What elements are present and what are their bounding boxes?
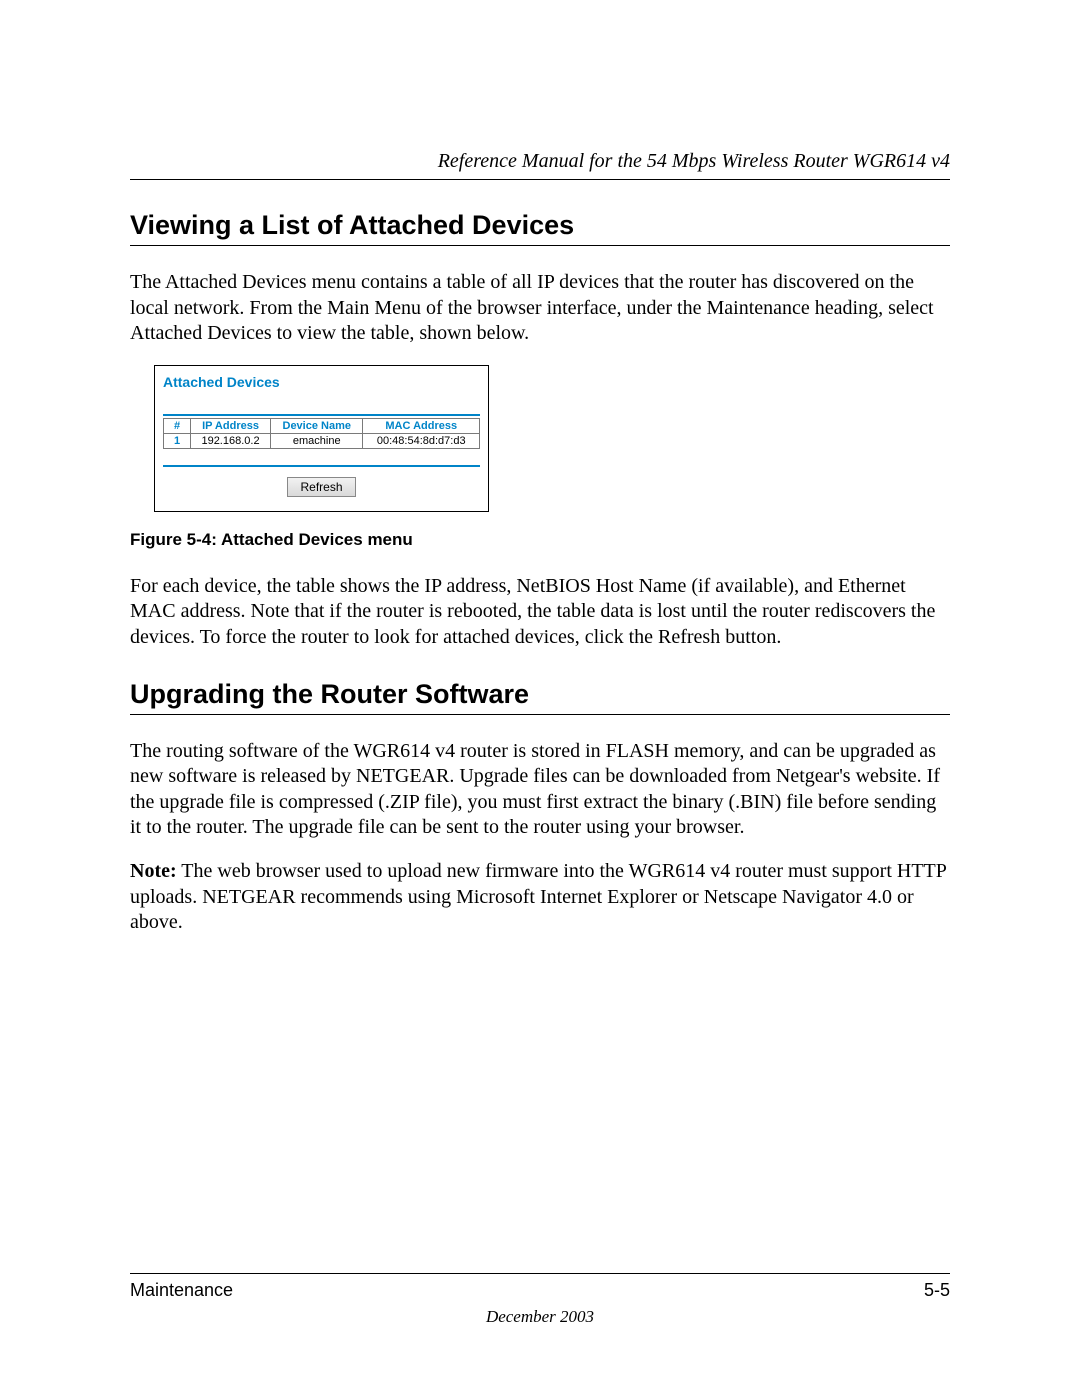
cell-name: emachine (271, 433, 363, 448)
heading-attached-devices: Viewing a List of Attached Devices (130, 210, 950, 241)
footer-page-number: 5-5 (924, 1280, 950, 1301)
table-header-row: # IP Address Device Name MAC Address (164, 418, 480, 433)
header-rule (130, 179, 950, 180)
panel-rule-bottom (163, 465, 480, 467)
panel-title: Attached Devices (163, 374, 480, 390)
footer-section: Maintenance (130, 1280, 233, 1301)
figure-caption: Figure 5-4: Attached Devices menu (130, 530, 950, 550)
note-label: Note: (130, 860, 177, 882)
cell-mac: 00:48:54:8d:d7:d3 (363, 433, 480, 448)
page-footer: Maintenance 5-5 December 2003 (130, 1273, 950, 1327)
attached-devices-table: # IP Address Device Name MAC Address 1 1… (163, 418, 480, 449)
cell-ip: 192.168.0.2 (191, 433, 271, 448)
para-intro-attached: The Attached Devices menu contains a tab… (130, 270, 950, 347)
note-body: The web browser used to upload new firmw… (130, 860, 946, 933)
footer-date: December 2003 (130, 1307, 950, 1327)
refresh-row: Refresh (163, 477, 480, 497)
page: Reference Manual for the 54 Mbps Wireles… (0, 0, 1080, 1397)
running-header: Reference Manual for the 54 Mbps Wireles… (130, 150, 950, 173)
para-upgrade-note: Note: The web browser used to upload new… (130, 859, 950, 936)
para-upgrade-intro: The routing software of the WGR614 v4 ro… (130, 739, 950, 841)
col-header-mac: MAC Address (363, 418, 480, 433)
section-rule-2 (130, 714, 950, 715)
section-rule-1 (130, 245, 950, 246)
attached-devices-panel: Attached Devices # IP Address Device Nam… (154, 365, 489, 512)
heading-upgrading: Upgrading the Router Software (130, 679, 950, 710)
col-header-ip: IP Address (191, 418, 271, 433)
col-header-num: # (164, 418, 191, 433)
panel-rule-top (163, 414, 480, 416)
refresh-button[interactable]: Refresh (287, 477, 355, 497)
footer-rule (130, 1273, 950, 1274)
table-row: 1 192.168.0.2 emachine 00:48:54:8d:d7:d3 (164, 433, 480, 448)
col-header-name: Device Name (271, 418, 363, 433)
cell-num: 1 (164, 433, 191, 448)
para-table-explain: For each device, the table shows the IP … (130, 574, 950, 651)
